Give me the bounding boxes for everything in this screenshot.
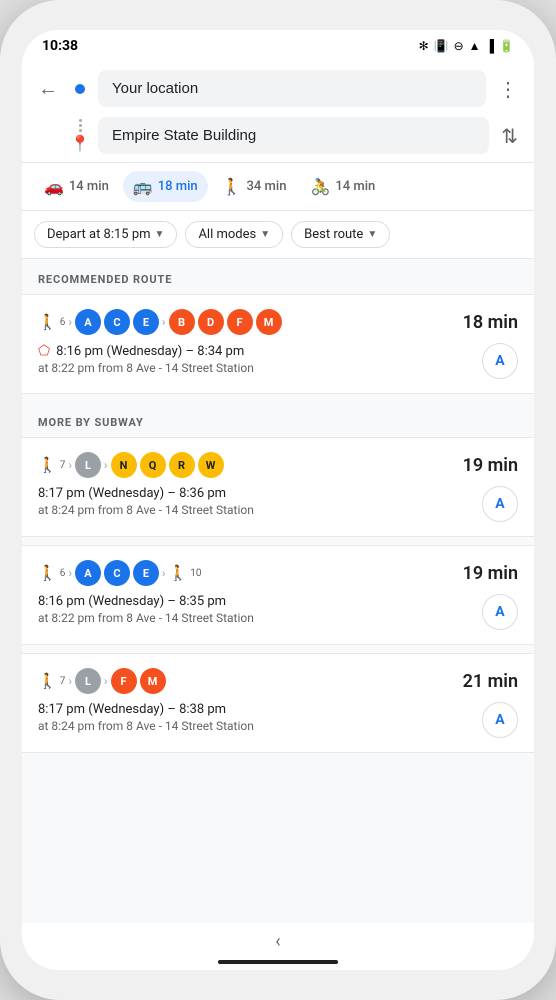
modes-arrow-icon: ▼ (260, 229, 270, 240)
subway-route-1-card[interactable]: 🚶 7 › L › N Q R W 19 min 8:17 pm (Wednes… (22, 437, 534, 537)
bus-icon: 🚌 (133, 177, 153, 196)
status-bar: 10:38 ✻ 📳 ⊖ ▲ ▐ 🔋 (22, 30, 534, 58)
recommended-section-label: RECOMMENDED ROUTE (22, 259, 534, 294)
subway-route-2-icons: 🚶 6 › A C E › 🚶 10 (38, 560, 201, 586)
recommended-times: 8:16 pm (Wednesday) – 8:34 pm (56, 344, 244, 359)
origin-dot (75, 84, 85, 94)
line-L-badge-r3: L (75, 668, 101, 694)
line-A-badge-r2: A (75, 560, 101, 586)
line-L-badge-r1: L (75, 452, 101, 478)
subway-route-1-icons: 🚶 7 › L › N Q R W (38, 452, 224, 478)
walk-count: 6 (60, 317, 66, 328)
signal-icon: ✻ (419, 39, 429, 53)
subway-route-3-icons: 🚶 7 › L › F M (38, 668, 166, 694)
subway-route-1-from: at 8:24 pm from 8 Ave - 14 Street Statio… (38, 503, 472, 517)
subway-route-1-duration: 19 min (463, 455, 518, 476)
home-indicator[interactable] (218, 960, 338, 964)
depart-chip[interactable]: Depart at 8:15 pm ▼ (34, 221, 177, 248)
line-A-badge: A (75, 309, 101, 335)
recommended-from: at 8:22 pm from 8 Ave - 14 Street Statio… (38, 361, 472, 375)
chevron-icon: › (68, 315, 72, 329)
walk-icon: 🚶 (222, 177, 242, 196)
filters-bar: Depart at 8:15 pm ▼ All modes ▼ Best rou… (22, 211, 534, 259)
route-label: Best route (304, 227, 363, 242)
line-E-badge-r2: E (133, 560, 159, 586)
routes-content: RECOMMENDED ROUTE 🚶 6 › A C E › B D F (22, 259, 534, 923)
bike-icon: 🚴 (310, 177, 330, 196)
mode-tab-transit[interactable]: 🚌 18 min (123, 171, 208, 202)
destination-pin-icon: 📍 (70, 134, 90, 153)
subway-route-3-card[interactable]: 🚶 7 › L › F M 21 min 8:17 pm (Wednesday)… (22, 653, 534, 753)
car-icon: 🚗 (44, 177, 64, 196)
depart-label: Depart at 8:15 pm (47, 227, 151, 242)
origin-input[interactable] (98, 70, 486, 107)
subway-route-2-card[interactable]: 🚶 6 › A C E › 🚶 10 19 min 8:16 pm (Wedne (22, 545, 534, 645)
walk-end-icon-r2: 🚶 (169, 564, 188, 582)
line-N-badge: N (111, 452, 137, 478)
subway-route-3-duration: 21 min (463, 671, 518, 692)
subway-route-1-times: 8:17 pm (Wednesday) – 8:36 pm (38, 486, 472, 501)
subway-route-2-duration: 19 min (463, 563, 518, 584)
line-M-badge-r3: M (140, 668, 166, 694)
recommended-duration: 18 min (463, 312, 518, 333)
battery-icon: 🔋 (499, 39, 514, 53)
signal-bars-icon: ▐ (486, 39, 495, 53)
mode-tabs: 🚗 14 min 🚌 18 min 🚶 34 min 🚴 14 min (22, 163, 534, 211)
line-D-badge: D (198, 309, 224, 335)
wifi-icon: ▲ (469, 39, 481, 53)
line-F-badge: F (227, 309, 253, 335)
line-C-badge: C (104, 309, 130, 335)
more-button[interactable]: ⋮ (494, 73, 522, 105)
route-arrow-icon: ▼ (367, 229, 377, 240)
mode-tab-bike[interactable]: 🚴 14 min (300, 171, 385, 202)
header: ← ⋮ 📍 ⇅ (22, 58, 534, 163)
subway-route-2-nav-button[interactable]: A (482, 594, 518, 630)
status-time: 10:38 (42, 38, 78, 54)
walk-start-icon: 🚶 (38, 313, 57, 331)
subway-route-3-times: 8:17 pm (Wednesday) – 8:38 pm (38, 702, 472, 717)
origin-row: ← ⋮ (34, 64, 522, 113)
depart-arrow-icon: ▼ (155, 229, 165, 240)
line-R-badge: R (169, 452, 195, 478)
subway-route-2-times: 8:16 pm (Wednesday) – 8:35 pm (38, 594, 472, 609)
line-Q-badge: Q (140, 452, 166, 478)
alert-icon: ⬠ (38, 343, 50, 359)
car-duration: 14 min (69, 179, 109, 194)
line-M-badge: M (256, 309, 282, 335)
status-icons: ✻ 📳 ⊖ ▲ ▐ 🔋 (419, 39, 514, 53)
subway-route-3-nav-button[interactable]: A (482, 702, 518, 738)
mode-tab-walk[interactable]: 🚶 34 min (212, 171, 297, 202)
bike-duration: 14 min (335, 179, 375, 194)
recommended-route-card[interactable]: 🚶 6 › A C E › B D F M 18 min (22, 294, 534, 394)
recommended-nav-button[interactable]: A (482, 343, 518, 379)
subway-route-2-from: at 8:22 pm from 8 Ave - 14 Street Statio… (38, 611, 472, 625)
donotdisturb-icon: ⊖ (454, 39, 464, 53)
mode-tab-car[interactable]: 🚗 14 min (34, 171, 119, 202)
walk-icon-r1: 🚶 (38, 456, 57, 474)
back-nav-button[interactable]: ‹ (275, 931, 280, 952)
route-chip[interactable]: Best route ▼ (291, 221, 390, 248)
line-F-badge-r3: F (111, 668, 137, 694)
walk-icon-r3: 🚶 (38, 672, 57, 690)
subway-route-3-from: at 8:24 pm from 8 Ave - 14 Street Statio… (38, 719, 472, 733)
line-W-badge: W (198, 452, 224, 478)
swap-button[interactable]: ⇅ (497, 120, 522, 152)
subway-section-label: MORE BY SUBWAY (22, 402, 534, 437)
transit-duration: 18 min (158, 179, 198, 194)
modes-chip[interactable]: All modes ▼ (185, 221, 283, 248)
subway-route-1-nav-button[interactable]: A (482, 486, 518, 522)
walk-duration: 34 min (247, 179, 287, 194)
vibrate-icon: 📳 (434, 39, 449, 53)
back-button[interactable]: ← (34, 72, 62, 105)
walk-icon-r2: 🚶 (38, 564, 57, 582)
line-E-badge: E (133, 309, 159, 335)
bottom-nav: ‹ (22, 923, 534, 970)
recommended-route-icons: 🚶 6 › A C E › B D F M (38, 309, 282, 335)
line-B-badge: B (169, 309, 195, 335)
destination-row: 📍 ⇅ (34, 113, 522, 162)
modes-label: All modes (198, 227, 256, 242)
line-C-badge-r2: C (104, 560, 130, 586)
destination-input[interactable] (98, 117, 489, 154)
